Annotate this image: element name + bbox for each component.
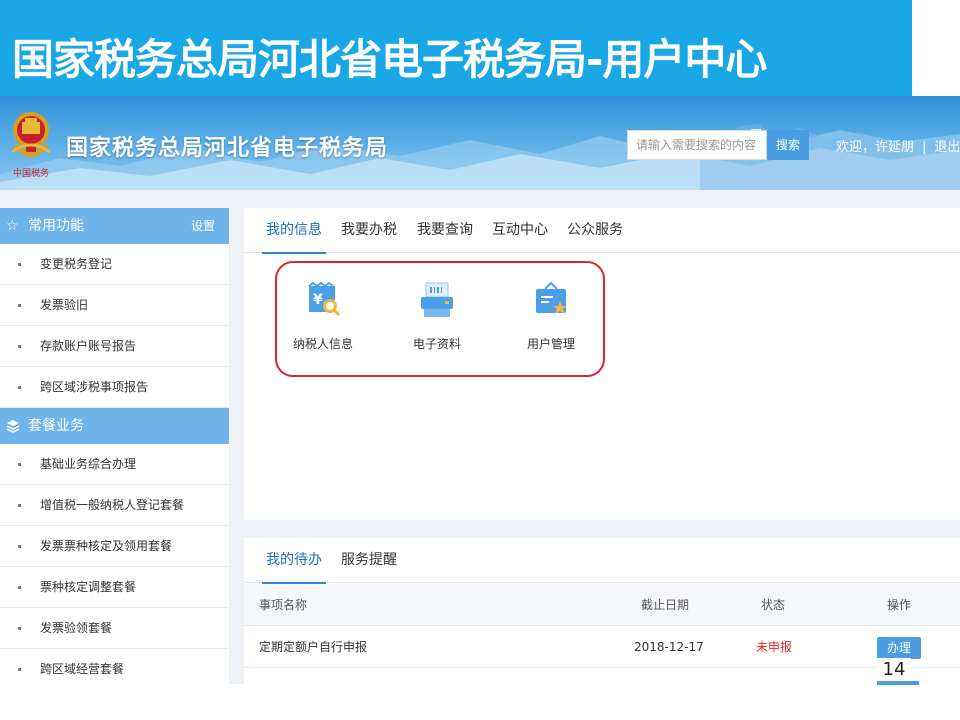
page-number: 14 [877,658,911,682]
sidebar-item-label: 变更税务登记 [40,257,113,271]
main-tabs: 我的信息 我要办税 我要查询 互动中心 公众服务 [244,208,960,254]
sidebar-item[interactable]: 跨区域经营套餐 [0,649,229,684]
slide-title: 国家税务总局河北省电子税务局-用户中心 [12,35,767,84]
my-info-panel: 我的信息 我要办税 我要查询 互动中心 公众服务 ¥ 纳税人信息 电子资料 用户… [244,208,960,520]
sidebar-item[interactable]: 发票验旧 [0,285,229,326]
sidebar-item[interactable]: 票种核定调整套餐 [0,567,229,608]
welcome-user[interactable]: 欢迎，许延朋 [836,140,914,155]
handle-button[interactable]: 办理 [877,637,921,659]
sidebar-section-title: 套餐业务 [28,418,84,434]
site-header: 中国税务 国家税务总局河北省电子税务局 搜索 欢迎，许延朋 | 退出 [0,96,960,190]
bullet-icon [18,463,21,466]
svg-text:¥: ¥ [313,292,323,308]
sidebar-item-label: 票种核定调整套餐 [40,580,137,594]
user-management-icon [536,281,567,314]
function-label: 电子资料 [412,337,461,351]
todo-table-header: 事项名称 截止日期 状态 操作 [244,584,960,626]
sidebar-section-common[interactable]: ☆ 常用功能 设置 [0,208,229,244]
tab-interaction[interactable]: 互动中心 [492,208,548,253]
column-header: 状态 [761,598,786,612]
sidebar-section-package[interactable]: 套餐业务 [0,408,229,444]
sidebar-item-label: 跨区域涉税事项报告 [40,380,149,394]
user-greeting: 欢迎，许延朋 | 退出 [836,136,960,155]
column-header: 操作 [887,598,912,612]
sidebar-item[interactable]: 变更税务登记 [0,244,229,285]
slide: 国家税务总局河北省电子税务局-用户中心 中国税务 国家税务总局河北省电子税务局 … [0,0,960,720]
bullet-icon [18,586,21,589]
todo-deadline: 2018-12-17 [634,640,704,654]
page-number-underline [877,681,919,685]
bullet-icon [18,504,21,507]
column-header: 截止日期 [641,598,690,612]
tab-my-info[interactable]: 我的信息 [262,208,326,254]
sidebar-item[interactable]: 基础业务综合办理 [0,444,229,485]
sidebar-item[interactable]: 跨区域涉税事项报告 [0,367,229,408]
sidebar-item-label: 发票票种核定及领用套餐 [40,539,173,553]
bullet-icon [18,263,21,266]
sidebar-item-label: 发票验领套餐 [40,621,113,635]
function-label: 用户管理 [526,337,575,351]
screenshot-frame: 中国税务 国家税务总局河北省电子税务局 搜索 欢迎，许延朋 | 退出 ☆ 常用功能 … [0,96,960,684]
slide-title-banner: 国家税务总局河北省电子税务局-用户中心 [0,0,912,96]
function-electronic-data[interactable]: 电子资料 [397,263,477,373]
sidebar-item[interactable]: 存款账户账号报告 [0,326,229,367]
sidebar-item-label: 基础业务综合办理 [40,457,137,471]
separator: | [922,140,927,155]
tab-my-todo[interactable]: 我的待办 [262,538,326,584]
function-taxpayer-info[interactable]: ¥ 纳税人信息 [283,263,363,373]
function-label: 纳税人信息 [292,337,353,351]
bullet-icon [18,668,21,671]
sidebar-item[interactable]: 增值税一般纳税人登记套餐 [0,485,229,526]
sidebar-item-label: 存款账户账号报告 [40,339,137,353]
function-user-management[interactable]: 用户管理 [511,263,591,373]
sidebar-item[interactable]: 发票票种核定及领用套餐 [0,526,229,567]
tab-service-reminder[interactable]: 服务提醒 [341,538,397,583]
search-button[interactable]: 搜索 [767,130,809,160]
settings-link[interactable]: 设置 [191,208,215,244]
status-badge: 未申报 [756,640,793,654]
sidebar-section-title: 常用功能 [28,218,84,234]
star-icon: ☆ [6,218,19,234]
search-input[interactable] [627,130,767,160]
tab-public-service[interactable]: 公众服务 [567,208,623,253]
bullet-icon [18,345,21,348]
bullet-icon [18,545,21,548]
taxpayer-info-icon: ¥ [308,281,341,317]
bullet-icon [18,627,21,630]
bullet-icon [18,304,21,307]
sidebar-item-label: 增值税一般纳税人登记套餐 [40,498,185,512]
todo-item-name: 定期定额户自行申报 [259,640,368,654]
tax-emblem-logo: 中国税务 [8,108,54,180]
todo-tabs: 我的待办 服务提醒 [244,538,960,584]
sidebar-item[interactable]: 发票验领套餐 [0,608,229,649]
todo-panel: 我的待办 服务提醒 事项名称 截止日期 状态 操作 定期定额户自行申报 2018… [244,538,960,684]
tab-query[interactable]: 我要查询 [417,208,473,253]
table-row: 定期定额户自行申报 2018-12-17 未申报 办理 [244,626,960,668]
electronic-data-icon [421,282,453,317]
logout-link[interactable]: 退出 [934,140,960,155]
column-header: 事项名称 [259,598,308,612]
bullet-icon [18,386,21,389]
svg-text:中国税务: 中国税务 [13,167,49,179]
tab-tax-handling[interactable]: 我要办税 [341,208,397,253]
sidebar: ☆ 常用功能 设置 变更税务登记 发票验旧 存款账户账号报告 跨区域涉税事项报告… [0,208,229,684]
site-name: 国家税务总局河北省电子税务局 [66,136,389,161]
function-highlight-box: ¥ 纳税人信息 电子资料 用户管理 [275,261,605,377]
sidebar-item-label: 跨区域经营套餐 [40,662,125,676]
sidebar-item-label: 发票验旧 [40,298,89,312]
